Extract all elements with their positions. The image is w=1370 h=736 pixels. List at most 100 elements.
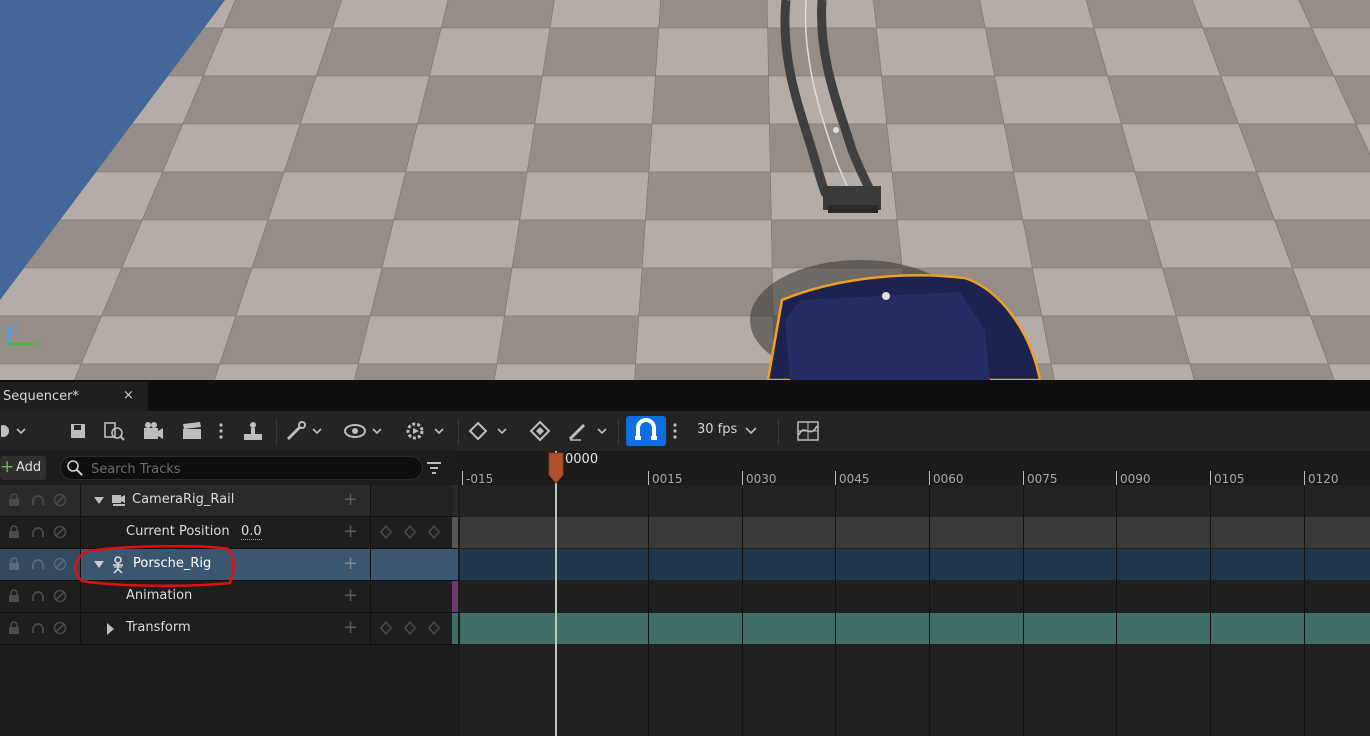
lane-current-position[interactable]	[460, 517, 1370, 548]
track-label: Current Position	[126, 524, 230, 539]
collapsed-arrow-icon[interactable]	[107, 623, 115, 635]
row-gutter	[0, 581, 80, 612]
visibility-icon[interactable]	[342, 411, 384, 451]
snap-options-icon[interactable]	[668, 411, 682, 451]
deactivate-icon[interactable]	[53, 589, 67, 603]
deactivate-icon[interactable]	[53, 493, 67, 507]
track-name-cell: CameraRig_Rail +	[80, 485, 370, 516]
track-label: Transform	[126, 620, 191, 635]
headphones-icon[interactable]	[31, 493, 45, 507]
tab-sequencer[interactable]: Sequencer* ×	[0, 382, 148, 411]
ruler-tick-label: 0030	[746, 472, 777, 486]
grid-line	[1304, 485, 1305, 736]
add-subtrack-button[interactable]: +	[343, 489, 358, 510]
next-key-icon[interactable]	[428, 525, 440, 539]
lock-icon[interactable]	[7, 621, 21, 635]
playhead-handle[interactable]	[548, 451, 564, 485]
lane-camerarig-rail	[460, 485, 1370, 516]
ruler-tick	[1210, 471, 1211, 485]
grid-line	[742, 485, 743, 736]
curve-editor-icon[interactable]	[794, 411, 822, 451]
ruler-tick-label: 0105	[1214, 472, 1245, 486]
toolbar-separator	[458, 419, 459, 445]
headphones-icon[interactable]	[31, 621, 45, 635]
auto-key-icon[interactable]	[526, 411, 554, 451]
next-key-icon[interactable]	[428, 621, 440, 635]
ruler-tick	[742, 471, 743, 485]
lock-icon[interactable]	[7, 589, 21, 603]
lane-animation[interactable]	[460, 581, 1370, 612]
search-tracks-box[interactable]	[60, 456, 423, 480]
ruler-tick-label: 0120	[1308, 472, 1339, 486]
ruler-tick	[929, 471, 930, 485]
actor-to-sequencer-icon[interactable]	[240, 411, 266, 451]
camera-rig-icon	[112, 495, 125, 506]
lock-icon[interactable]	[7, 493, 21, 507]
fps-selector[interactable]: 30 fps	[697, 422, 737, 437]
grid-line	[1116, 485, 1117, 736]
close-icon[interactable]: ×	[123, 388, 134, 403]
headphones-icon[interactable]	[31, 589, 45, 603]
key-icon[interactable]	[466, 411, 510, 451]
add-label: Add	[16, 460, 42, 475]
ruler-tick	[1023, 471, 1024, 485]
tools-icon[interactable]	[284, 411, 324, 451]
ruler-tick-label: -015	[466, 472, 494, 486]
more-options-icon[interactable]	[214, 411, 228, 451]
add-track-button[interactable]: + Add	[0, 456, 46, 480]
add-subtrack-button[interactable]: +	[343, 521, 358, 542]
timeline-area[interactable]: -015 0015 0030 0045 0060 0075 0090 0105 0120 000…	[460, 451, 1370, 736]
playhead-line	[555, 451, 557, 736]
track-row-camerarig-rail[interactable]: CameraRig_Rail +	[0, 485, 458, 517]
headphones-icon[interactable]	[31, 525, 45, 539]
grid-line	[835, 485, 836, 736]
ruler-tick	[1116, 471, 1117, 485]
add-subtrack-button[interactable]: +	[343, 617, 358, 638]
svg-text:Y: Y	[36, 340, 43, 350]
deactivate-icon[interactable]	[53, 557, 67, 571]
annotation-circle	[74, 544, 235, 587]
track-color-strip	[452, 581, 458, 612]
add-key-icon[interactable]	[404, 621, 416, 635]
filter-icon[interactable]	[426, 460, 442, 480]
track-color-strip	[452, 613, 458, 644]
previous-key-icon[interactable]	[380, 525, 392, 539]
previous-key-icon[interactable]	[380, 621, 392, 635]
viewport-scene[interactable]: Z Y	[0, 0, 1370, 380]
lane-porsche-rig[interactable]	[460, 549, 1370, 580]
row-gutter	[0, 485, 80, 516]
lock-icon[interactable]	[7, 557, 21, 571]
lock-icon[interactable]	[7, 525, 21, 539]
save-icon[interactable]	[66, 411, 90, 451]
grid-line	[648, 485, 649, 736]
ruler-tick-label: 0015	[652, 472, 683, 486]
expand-arrow-icon[interactable]	[94, 497, 104, 505]
key-area	[370, 613, 453, 644]
snap-icon[interactable]	[626, 416, 666, 446]
track-row-transform[interactable]: Transform +	[0, 613, 458, 645]
find-in-browser-icon[interactable]	[101, 411, 127, 451]
outliner-header: + Add	[0, 451, 458, 485]
add-key-icon[interactable]	[404, 525, 416, 539]
lane-empty	[460, 645, 1370, 736]
tab-bar: Sequencer* ×	[0, 380, 1370, 411]
deactivate-icon[interactable]	[53, 621, 67, 635]
toolbar-separator	[276, 419, 277, 445]
key-area	[370, 581, 453, 612]
settings-icon[interactable]	[0, 411, 30, 451]
level-viewport[interactable]: Z Y	[0, 0, 1370, 380]
current-position-value[interactable]: 0.0	[241, 524, 262, 540]
row-gutter	[0, 613, 80, 644]
search-input[interactable]	[89, 459, 413, 479]
add-subtrack-button[interactable]: +	[343, 585, 358, 606]
add-subtrack-button[interactable]: +	[343, 553, 358, 574]
lane-transform[interactable]	[460, 613, 1370, 644]
chevron-down-icon[interactable]	[742, 411, 760, 451]
headphones-icon[interactable]	[31, 557, 45, 571]
deactivate-icon[interactable]	[53, 525, 67, 539]
clapper-icon[interactable]	[179, 411, 205, 451]
edit-mode-icon[interactable]	[566, 411, 610, 451]
current-frame-label: 0000	[565, 452, 599, 467]
camera-icon[interactable]	[140, 411, 166, 451]
playback-settings-icon[interactable]	[402, 411, 446, 451]
